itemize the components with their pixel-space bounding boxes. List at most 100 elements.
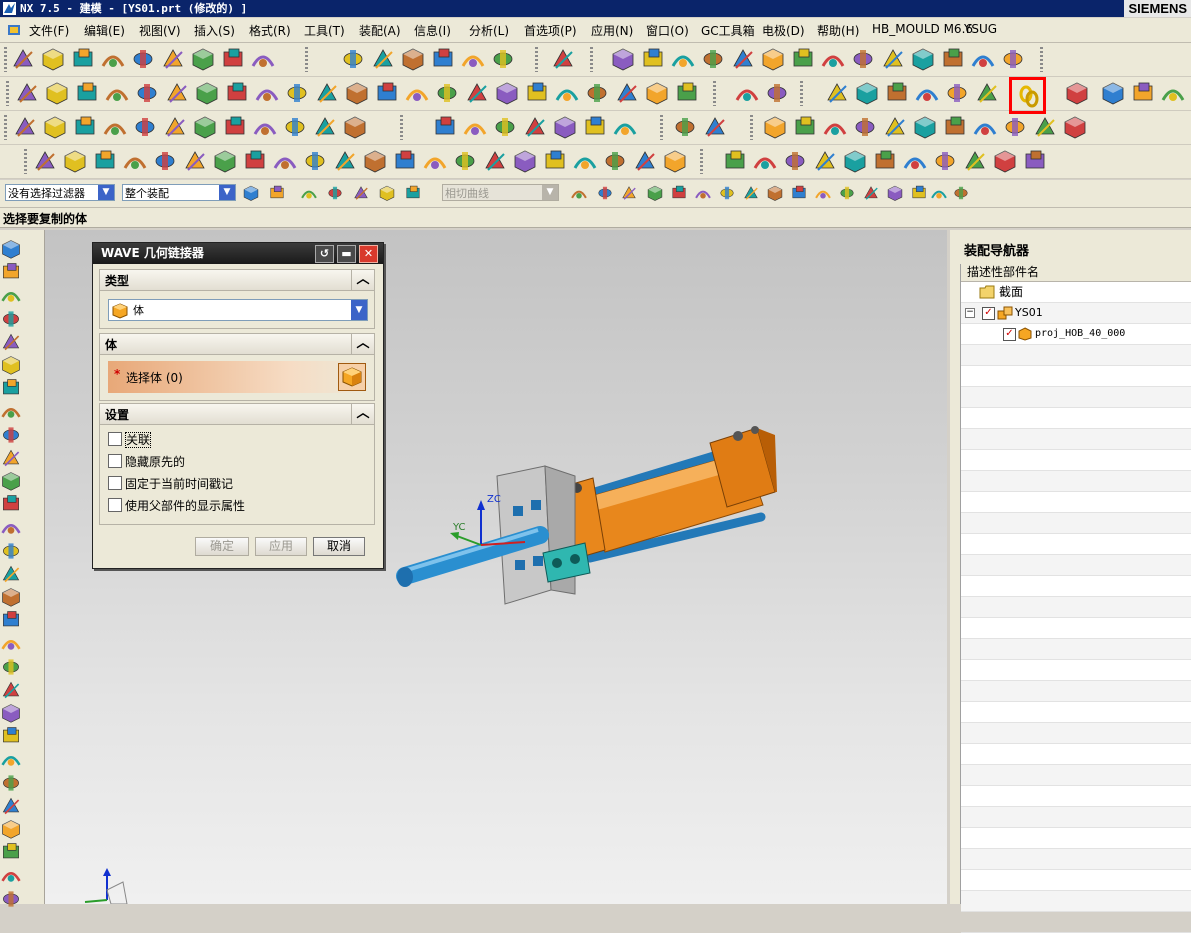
row4-tool-icon-20[interactable] xyxy=(632,148,658,174)
view-tool-icon-0[interactable] xyxy=(1100,80,1126,106)
selection-tool-icon-5[interactable] xyxy=(378,184,396,202)
row2-tool-icon-13[interactable] xyxy=(404,80,430,106)
row2-tool-icon-27[interactable] xyxy=(884,80,910,106)
selection-tool-icon-14[interactable] xyxy=(742,184,760,202)
row1-tool-icon-2[interactable] xyxy=(70,46,96,72)
toolbar-grip[interactable] xyxy=(4,115,7,140)
resource-tab-icon-20[interactable] xyxy=(0,702,22,724)
toolbar-grip[interactable] xyxy=(305,47,308,72)
resource-tab-icon-17[interactable] xyxy=(0,632,22,654)
apply-button[interactable]: 应用 xyxy=(255,537,307,556)
resource-tab-icon-14[interactable] xyxy=(0,563,22,585)
type-select[interactable]: 体 ▼ xyxy=(108,299,368,321)
tree-row-proj-hob[interactable]: ✓ proj_HOB_40_000 xyxy=(961,324,1191,345)
row1-tool-icon-27[interactable] xyxy=(940,46,966,72)
type-filter-select[interactable]: 没有选择过滤器 ▼ xyxy=(5,184,115,201)
row2-tool-icon-25[interactable] xyxy=(824,80,850,106)
row4-tool-icon-14[interactable] xyxy=(452,148,478,174)
toolbar-grip[interactable] xyxy=(4,47,7,72)
resource-tab-icon-8[interactable] xyxy=(0,424,22,446)
selection-tool-icon-11[interactable] xyxy=(670,184,688,202)
reset-icon[interactable]: ↺ xyxy=(315,245,334,263)
selection-tool-icon-19[interactable] xyxy=(862,184,880,202)
toolbar-grip[interactable] xyxy=(400,115,403,140)
row2-tool-icon-24[interactable] xyxy=(764,80,790,106)
menu-insert[interactable]: 插入(S) xyxy=(194,22,235,39)
resource-tab-icon-26[interactable] xyxy=(0,841,22,863)
selection-tool-icon-23[interactable] xyxy=(952,184,970,202)
menu-preferences[interactable]: 首选项(P) xyxy=(524,22,577,39)
row3-tool-icon-22[interactable] xyxy=(792,114,818,140)
selection-tool-icon-12[interactable] xyxy=(694,184,712,202)
row2-tool-icon-9[interactable] xyxy=(284,80,310,106)
row3-tool-icon-2[interactable] xyxy=(72,114,98,140)
row1-tool-icon-18[interactable] xyxy=(670,46,696,72)
row1-tool-icon-22[interactable] xyxy=(790,46,816,72)
row3-tool-icon-25[interactable] xyxy=(882,114,908,140)
chevron-up-icon[interactable]: ︿ xyxy=(351,334,374,354)
row2-tool-icon-23[interactable] xyxy=(734,80,760,106)
selection-tool-icon-18[interactable] xyxy=(838,184,856,202)
toolbar-grip[interactable] xyxy=(1040,47,1043,72)
selection-tool-icon-17[interactable] xyxy=(814,184,832,202)
menu-ysug[interactable]: YSUG xyxy=(964,22,997,36)
menu-edit[interactable]: 编辑(E) xyxy=(84,22,125,39)
file-app-icon[interactable] xyxy=(6,22,22,38)
resource-tab-icon-2[interactable] xyxy=(0,284,22,306)
toolbar-grip[interactable] xyxy=(800,81,803,106)
collapse-icon[interactable]: − xyxy=(965,308,975,318)
row2-tool-icon-6[interactable] xyxy=(194,80,220,106)
row3-tool-icon-7[interactable] xyxy=(222,114,248,140)
resource-tab-icon-7[interactable] xyxy=(0,400,22,422)
row4-tool-icon-9[interactable] xyxy=(302,148,328,174)
row3-tool-icon-18[interactable] xyxy=(612,114,638,140)
row4-tool-icon-15[interactable] xyxy=(482,148,508,174)
row4-tool-icon-23[interactable] xyxy=(752,148,778,174)
menu-help[interactable]: 帮助(H) xyxy=(817,22,859,39)
fix-at-timestamp-checkbox[interactable]: 固定于当前时间戳记 xyxy=(108,475,233,493)
associative-checkbox[interactable]: 关联 xyxy=(108,431,152,449)
resource-tab-icon-15[interactable] xyxy=(0,586,22,608)
row3-tool-icon-4[interactable] xyxy=(132,114,158,140)
row3-tool-icon-11[interactable] xyxy=(342,114,368,140)
cancel-button[interactable]: 取消 xyxy=(313,537,365,556)
row1-tool-icon-11[interactable] xyxy=(400,46,426,72)
row2-tool-icon-17[interactable] xyxy=(524,80,550,106)
row3-tool-icon-28[interactable] xyxy=(972,114,998,140)
checkbox[interactable] xyxy=(108,498,122,512)
row3-tool-icon-3[interactable] xyxy=(102,114,128,140)
resource-tab-icon-27[interactable] xyxy=(0,864,22,886)
chevron-up-icon[interactable]: ︿ xyxy=(351,270,374,290)
settings-section-header[interactable]: 设置 ︿ xyxy=(99,403,375,425)
row2-tool-icon-0[interactable] xyxy=(14,80,40,106)
type-section-header[interactable]: 类型 ︿ xyxy=(99,269,375,291)
row2-tool-icon-18[interactable] xyxy=(554,80,580,106)
selection-tool-icon-13[interactable] xyxy=(718,184,736,202)
view-tool-icon-1[interactable] xyxy=(1130,80,1156,106)
row1-tool-icon-25[interactable] xyxy=(880,46,906,72)
checkbox[interactable] xyxy=(108,432,122,446)
row4-tool-icon-19[interactable] xyxy=(602,148,628,174)
resource-tab-icon-19[interactable] xyxy=(0,679,22,701)
selection-tool-icon-8[interactable] xyxy=(596,184,614,202)
row1-tool-icon-13[interactable] xyxy=(460,46,486,72)
resource-tab-icon-9[interactable] xyxy=(0,447,22,469)
selection-tool-icon-2[interactable] xyxy=(300,184,318,202)
row2-tool-icon-20[interactable] xyxy=(614,80,640,106)
row4-tool-icon-17[interactable] xyxy=(542,148,568,174)
row4-tool-icon-10[interactable] xyxy=(332,148,358,174)
row4-tool-icon-25[interactable] xyxy=(812,148,838,174)
toolbar-grip[interactable] xyxy=(750,115,753,140)
row1-tool-icon-29[interactable] xyxy=(1000,46,1026,72)
menu-application[interactable]: 应用(N) xyxy=(591,22,633,39)
row3-tool-icon-17[interactable] xyxy=(582,114,608,140)
resource-tab-icon-16[interactable] xyxy=(0,609,22,631)
row1-tool-icon-15[interactable] xyxy=(550,46,576,72)
row4-tool-icon-11[interactable] xyxy=(362,148,388,174)
tree-row-ys01[interactable]: − ✓ YS01 xyxy=(961,303,1191,324)
checkbox[interactable] xyxy=(108,454,122,468)
dialog-title-bar[interactable]: WAVE 几何链接器 ↺ ▬ ✕ xyxy=(93,243,383,264)
row2-tool-icon-8[interactable] xyxy=(254,80,280,106)
row1-tool-icon-10[interactable] xyxy=(370,46,396,72)
tree-row-sections[interactable]: 截面 xyxy=(961,282,1191,303)
